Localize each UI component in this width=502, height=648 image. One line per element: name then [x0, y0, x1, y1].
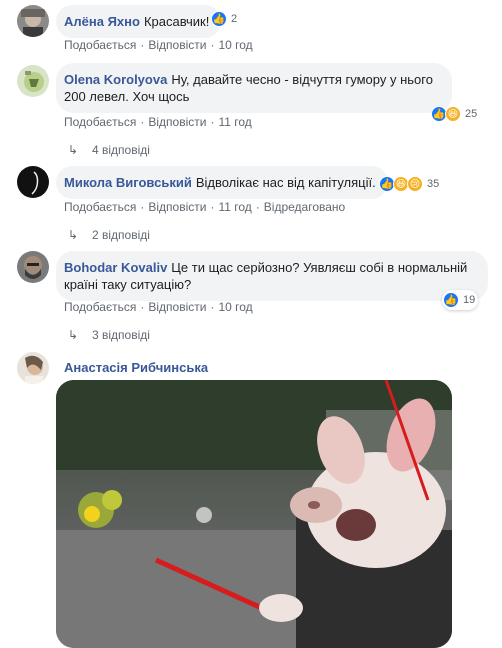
reaction-summary[interactable]: 👍 2: [210, 9, 240, 29]
comment-actions: Подобається · Відповісти · 11 год · Відредагов…: [64, 200, 346, 214]
reaction-count: 2: [231, 13, 238, 25]
comment-actions: Подобається · Відповісти · 10 год: [64, 300, 253, 314]
timestamp[interactable]: 10 год: [218, 300, 252, 314]
replies-count[interactable]: 3 відповіді: [92, 328, 150, 342]
like-link[interactable]: Подобається: [64, 200, 136, 214]
comment-author[interactable]: Olena Korolyova: [64, 72, 167, 87]
reply-link[interactable]: Відповісти: [148, 115, 206, 129]
like-link[interactable]: Подобається: [64, 300, 136, 314]
reply-arrow-icon: ↳: [68, 143, 79, 157]
reaction-count: 25: [465, 108, 478, 120]
replies-count[interactable]: 2 відповіді: [92, 228, 150, 242]
reaction-summary[interactable]: 👍 19: [442, 290, 479, 310]
reply-arrow-icon: ↳: [68, 228, 79, 242]
edited-label[interactable]: Відредаговано: [264, 200, 345, 214]
like-reaction-icon: 👍: [211, 11, 227, 27]
timestamp[interactable]: 11 год: [218, 115, 251, 129]
comment-author[interactable]: Анастасія Рибчинська: [64, 360, 208, 375]
avatar[interactable]: [17, 251, 49, 283]
sad-reaction-icon: 😢: [407, 176, 423, 192]
comment-author-row: Анастасія Рибчинська: [64, 360, 212, 376]
avatar[interactable]: [17, 352, 49, 384]
reaction-summary[interactable]: 👍 😆 25: [430, 104, 480, 124]
like-link[interactable]: Подобається: [64, 38, 136, 52]
reply-arrow-icon: ↳: [68, 328, 79, 342]
gif-image[interactable]: [56, 380, 452, 648]
timestamp[interactable]: 10 год: [218, 38, 252, 52]
comment-actions: Подобається · Відповісти · 11 год: [64, 115, 252, 129]
timestamp[interactable]: 11 год: [218, 200, 251, 214]
avatar[interactable]: [17, 166, 49, 198]
comment-bubble: Olena Korolyova Ну, давайте чесно - відчу…: [56, 63, 452, 113]
reply-link[interactable]: Відповісти: [148, 300, 206, 314]
avatar[interactable]: [17, 5, 49, 37]
like-link[interactable]: Подобається: [64, 115, 136, 129]
comment-text: Красавчик!: [143, 14, 210, 29]
comment-author[interactable]: Микола Виговський: [64, 175, 192, 190]
avatar[interactable]: [17, 65, 49, 97]
comment-author[interactable]: Алёна Яхно: [64, 14, 140, 29]
comment-bubble: Алёна Яхно Красавчик!: [56, 5, 222, 38]
comment-bubble: Bohodar Kovaliv Це ти щас серйозно? Уявля…: [56, 251, 488, 301]
comment-actions: Подобається · Відповісти · 10 год: [64, 38, 253, 52]
view-replies-link[interactable]: ↳ 3 відповіді: [68, 327, 150, 343]
like-reaction-icon: 👍: [443, 292, 459, 308]
comment-bubble: Микола Виговський Відволікає нас від капі…: [56, 166, 388, 199]
comment-text: Відволікає нас від капітуляції.: [195, 175, 376, 190]
reply-link[interactable]: Відповісти: [148, 38, 206, 52]
haha-reaction-icon: 😆: [445, 106, 461, 122]
view-replies-link[interactable]: ↳ 4 відповіді: [68, 142, 150, 158]
comment-author[interactable]: Bohodar Kovaliv: [64, 260, 167, 275]
view-replies-link[interactable]: ↳ 2 відповіді: [68, 227, 150, 243]
replies-count[interactable]: 4 відповіді: [92, 143, 150, 157]
reply-link[interactable]: Відповісти: [148, 200, 206, 214]
reaction-count: 35: [427, 178, 440, 190]
reaction-summary[interactable]: 👍 😆 😢 35: [378, 174, 442, 194]
reaction-count: 19: [463, 294, 476, 306]
